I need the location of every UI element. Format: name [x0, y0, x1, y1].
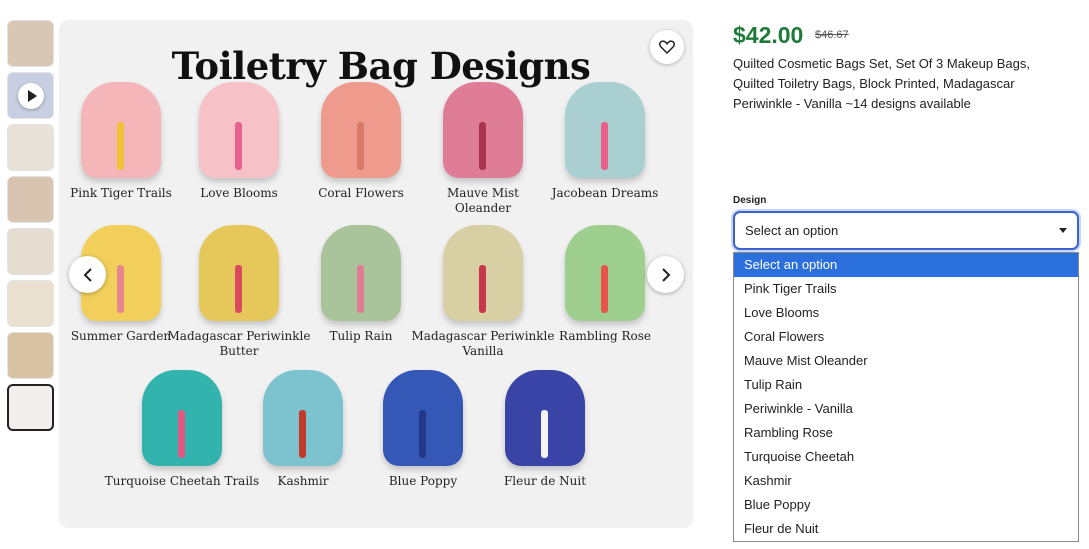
original-price: $46.67: [815, 29, 849, 41]
favorite-button[interactable]: [650, 30, 684, 64]
bag-label: Fleur de Nuit: [503, 474, 587, 488]
design-dropdown-list: Select an option Pink Tiger Trails Love Bl…: [733, 252, 1079, 542]
bag-image: [321, 225, 401, 321]
thumbnail-8[interactable]: [7, 384, 54, 431]
main-image: Toiletry Bag Designs Pink Tiger Trails Lo…: [59, 20, 693, 528]
design-option[interactable]: Blue Poppy: [734, 493, 1078, 517]
thumbnail-3[interactable]: [7, 124, 54, 171]
design-option[interactable]: Fleur de Nuit: [734, 517, 1078, 541]
chevron-right-icon: [661, 267, 670, 282]
design-option[interactable]: Pink Tiger Trails: [734, 277, 1078, 301]
design-option[interactable]: Love Blooms: [734, 301, 1078, 325]
bag-image: [565, 82, 645, 178]
previous-image-button[interactable]: [69, 256, 106, 293]
bag-label: Rambling Rose: [559, 329, 651, 343]
play-icon: [18, 83, 44, 109]
bag-image: [443, 225, 523, 321]
design-option[interactable]: Select an option: [734, 253, 1078, 277]
chevron-left-icon: [83, 267, 92, 282]
bag-image: [505, 370, 585, 466]
thumbnail-7[interactable]: [7, 332, 54, 379]
design-select[interactable]: Select an option: [733, 211, 1079, 250]
design-option[interactable]: Kashmir: [734, 469, 1078, 493]
bag-image: [199, 225, 279, 321]
design-option[interactable]: Periwinkle - Vanilla: [734, 397, 1078, 421]
bag-design: Tulip Rain: [316, 225, 406, 344]
bag-design: Coral Flowers: [316, 82, 406, 201]
caret-down-icon: [1059, 228, 1067, 233]
thumbnail-6[interactable]: [7, 280, 54, 327]
heart-icon: [659, 40, 675, 54]
thumbnail-strip: [7, 20, 55, 436]
price: $42.00: [733, 22, 804, 48]
bag-image: [263, 370, 343, 466]
bag-design: Madagascar Periwinkle Vanilla: [412, 225, 554, 359]
bag-image: [565, 225, 645, 321]
bag-design: Turquoise Cheetah Trails: [105, 370, 259, 489]
design-option[interactable]: Mauve Mist Oleander: [734, 349, 1078, 373]
bag-image: [81, 82, 161, 178]
thumbnail-5[interactable]: [7, 228, 54, 275]
bag-image: [443, 82, 523, 178]
bag-image: [142, 370, 222, 466]
design-option[interactable]: Coral Flowers: [734, 325, 1078, 349]
bag-design: Kashmir: [258, 370, 348, 489]
bag-design: Fleur de Nuit: [500, 370, 590, 489]
bag-design: Jacobean Dreams: [552, 82, 658, 201]
design-label: Design: [733, 195, 767, 206]
bag-image: [199, 82, 279, 178]
next-image-button[interactable]: [647, 256, 684, 293]
design-option[interactable]: Turquoise Cheetah: [734, 445, 1078, 469]
bag-design: Rambling Rose: [559, 225, 651, 344]
product-title: Quilted Cosmetic Bags Set, Set Of 3 Make…: [733, 56, 1030, 111]
bag-label: Jacobean Dreams: [551, 186, 659, 200]
bag-design: Mauve Mist Oleander: [438, 82, 528, 216]
bag-image: [383, 370, 463, 466]
design-option[interactable]: Rambling Rose: [734, 421, 1078, 445]
bag-design: Pink Tiger Trails: [70, 82, 172, 201]
design-option[interactable]: Tulip Rain: [734, 373, 1078, 397]
bag-design: Love Blooms: [194, 82, 284, 201]
bag-image: [321, 82, 401, 178]
design-select-value: Select an option: [745, 223, 839, 238]
listing-page: Toiletry Bag Designs Pink Tiger Trails Lo…: [0, 0, 1089, 549]
thumbnail-2[interactable]: [7, 72, 54, 119]
bag-design: Madagascar Periwinkle Butter: [168, 225, 310, 359]
bag-design: Blue Poppy: [378, 370, 468, 489]
thumbnail-1[interactable]: [7, 20, 54, 67]
thumbnail-4[interactable]: [7, 176, 54, 223]
